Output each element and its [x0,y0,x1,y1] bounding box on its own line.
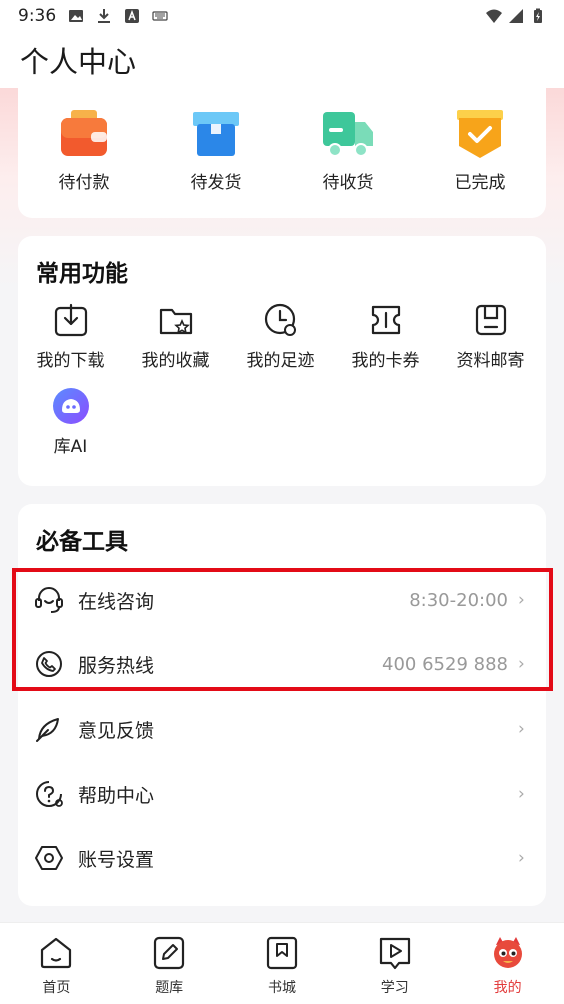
tool-label: 在线咨询 [78,590,155,613]
headset-icon [35,587,63,613]
feather-icon [36,718,59,742]
section-title: 常用功能 [36,261,128,287]
my-favorites-button[interactable]: 我的收藏 [123,302,228,388]
coupon-icon [371,305,400,335]
tool-label: 服务热线 [78,654,155,677]
play-book-icon [379,937,410,970]
signal-icon [509,9,523,23]
order-label: 待收货 [322,173,374,193]
tool-label: 意见反馈 [78,719,155,742]
keyboard-notification-icon [152,11,168,21]
image-notification-icon [69,10,84,22]
function-label: 我的下载 [36,351,105,371]
order-pending-receipt[interactable]: 待收货 [293,108,403,193]
box-icon [193,112,239,156]
function-label: 资料邮寄 [456,351,525,371]
function-label: 我的卡券 [351,351,420,371]
chevron-right-icon: › [518,848,525,868]
bottom-tab-bar: 首页 题库 书城 学习 我的 [0,922,564,1004]
order-label: 待付款 [58,173,110,193]
edit-icon [154,936,185,970]
tool-label: 帮助中心 [78,784,155,807]
completed-icon [457,110,503,158]
bookmark-icon [266,936,298,970]
order-completed[interactable]: 已完成 [425,108,535,193]
mail-package-icon [475,304,506,336]
tab-label: 首页 [42,980,71,996]
tool-label: 账号设置 [78,848,155,871]
my-downloads-button[interactable]: 我的下载 [18,302,123,388]
orders-card: 待付款 待发货 待收货 已完成 [18,88,546,218]
phone-icon [36,651,62,677]
online-consultation-row[interactable]: 在线咨询 8:30-20:00 › [18,568,546,632]
status-time: 9:36 [18,6,57,26]
truck-icon [323,112,373,157]
help-icon [36,781,63,807]
ai-bot-icon [52,388,89,424]
function-label: 我的收藏 [141,351,210,371]
wifi-icon [486,9,502,23]
tab-home[interactable]: 首页 [0,923,113,1004]
chevron-right-icon: › [518,784,525,804]
feedback-row[interactable]: 意见反馈 › [18,697,546,761]
battery-icon [534,8,542,23]
essential-tools-card: 必备工具 在线咨询 8:30-20:00 › 服务热线 400 6529 888… [18,504,546,906]
ku-ai-button[interactable]: 库AI [18,388,123,474]
chevron-right-icon: › [518,719,525,739]
section-title: 必备工具 [36,529,128,555]
settings-icon [35,846,63,870]
tab-label: 我的 [493,980,522,996]
order-label: 待发货 [190,173,242,193]
tab-label: 题库 [155,980,184,996]
material-mailing-button[interactable]: 资料邮寄 [438,302,543,388]
tab-mine[interactable]: 我的 [451,923,564,1004]
home-icon [41,937,72,969]
page-title: 个人中心 [20,45,137,79]
favorite-folder-icon [159,308,192,335]
tab-bookstore[interactable]: 书城 [226,923,339,1004]
service-hotline-row[interactable]: 服务热线 400 6529 888 › [18,632,546,696]
chevron-right-icon: › [518,654,525,674]
order-pending-shipment[interactable]: 待发货 [161,108,271,193]
my-history-button[interactable]: 我的足迹 [228,302,333,388]
tab-study[interactable]: 学习 [338,923,451,1004]
mascot-icon [493,937,522,968]
font-notification-icon [125,9,140,23]
function-label: 库AI [53,437,88,457]
wallet-icon [61,110,107,156]
help-center-row[interactable]: 帮助中心 › [18,762,546,826]
page-header: 个人中心 [0,32,564,88]
tab-label: 学习 [380,980,409,996]
tab-label: 书城 [267,980,296,996]
hotline-number-value: 400 6529 888 [382,653,508,675]
order-label: 已完成 [454,173,506,193]
chevron-right-icon: › [518,590,525,610]
tab-question-bank[interactable]: 题库 [113,923,226,1004]
history-icon [264,303,296,336]
function-label: 我的足迹 [246,351,315,371]
service-hours-value: 8:30-20:00 [409,589,508,611]
download-notification-icon [98,9,111,23]
status-bar: 9:36 [0,0,564,32]
account-settings-row[interactable]: 账号设置 › [18,826,546,890]
order-pending-payment[interactable]: 待付款 [29,108,139,193]
my-coupons-button[interactable]: 我的卡券 [333,302,438,388]
download-icon [54,303,87,337]
common-functions-card: 常用功能 我的下载 我的收藏 我的足迹 我的卡券 资料邮寄 库AI [18,236,546,486]
